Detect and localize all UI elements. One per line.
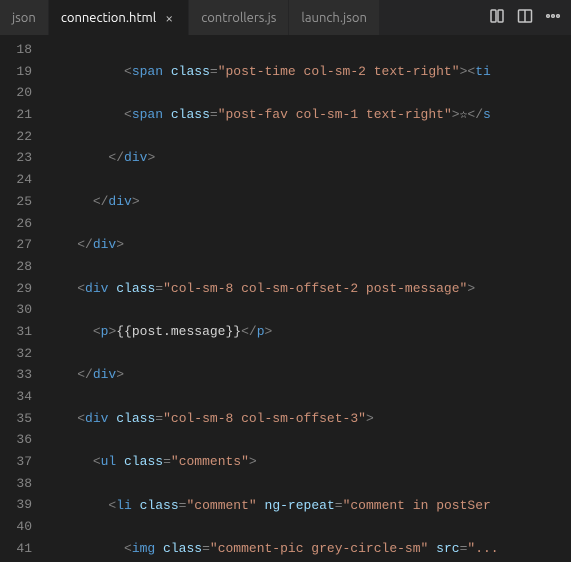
line-number: 31 — [0, 321, 32, 343]
tab-label: launch.json — [301, 11, 366, 25]
code-line[interactable]: <div class="col-sm-8 col-sm-offset-2 pos… — [46, 278, 571, 300]
code-line[interactable]: <ul class="comments"> — [46, 451, 571, 473]
code-line[interactable]: </div> — [46, 191, 571, 213]
line-number: 33 — [0, 364, 32, 386]
tab-json[interactable]: json — [0, 0, 49, 35]
code-line[interactable]: <li class="comment" ng-repeat="comment i… — [46, 495, 571, 517]
compare-icon[interactable] — [489, 8, 505, 28]
code-area[interactable]: <span class="post-time col-sm-2 text-rig… — [46, 36, 571, 562]
line-number: 37 — [0, 451, 32, 473]
line-number: 35 — [0, 408, 32, 430]
code-line[interactable]: </div> — [46, 147, 571, 169]
line-number: 20 — [0, 82, 32, 104]
tab-label: controllers.js — [201, 11, 276, 25]
line-number: 21 — [0, 104, 32, 126]
split-editor-icon[interactable] — [517, 8, 533, 28]
code-editor[interactable]: 18 19 20 21 22 23 24 25 26 27 28 29 30 3… — [0, 36, 571, 562]
more-icon[interactable] — [545, 8, 561, 28]
line-number: 18 — [0, 39, 32, 61]
tab-controllers-js[interactable]: controllers.js — [189, 0, 289, 35]
line-number: 40 — [0, 516, 32, 538]
tab-launch-json[interactable]: launch.json — [289, 0, 379, 35]
code-line[interactable]: <span class="post-fav col-sm-1 text-righ… — [46, 104, 571, 126]
line-number-gutter: 18 19 20 21 22 23 24 25 26 27 28 29 30 3… — [0, 36, 46, 562]
code-line[interactable]: <div class="col-sm-8 col-sm-offset-3"> — [46, 408, 571, 430]
line-number: 19 — [0, 61, 32, 83]
code-line[interactable]: </div> — [46, 364, 571, 386]
line-number: 41 — [0, 538, 32, 560]
tab-connection-html[interactable]: connection.html × — [49, 0, 189, 35]
tab-label: connection.html — [61, 11, 156, 25]
code-line[interactable]: </div> — [46, 234, 571, 256]
code-line[interactable]: <span class="post-time col-sm-2 text-rig… — [46, 61, 571, 83]
code-line[interactable]: <img class="comment-pic grey-circle-sm" … — [46, 538, 571, 560]
code-line[interactable]: <p>{{post.message}}</p> — [46, 321, 571, 343]
line-number: 26 — [0, 213, 32, 235]
line-number: 29 — [0, 278, 32, 300]
line-number: 27 — [0, 234, 32, 256]
editor-actions — [479, 0, 571, 35]
line-number: 36 — [0, 429, 32, 451]
line-number: 32 — [0, 343, 32, 365]
line-number: 28 — [0, 256, 32, 278]
line-number: 34 — [0, 386, 32, 408]
tab-bar: json connection.html × controllers.js la… — [0, 0, 571, 36]
line-number: 24 — [0, 169, 32, 191]
line-number: 23 — [0, 147, 32, 169]
tab-label: json — [12, 11, 36, 25]
line-number: 25 — [0, 191, 32, 213]
line-number: 38 — [0, 473, 32, 495]
line-number: 39 — [0, 494, 32, 516]
close-icon[interactable]: × — [162, 11, 176, 25]
line-number: 30 — [0, 299, 32, 321]
line-number: 22 — [0, 126, 32, 148]
